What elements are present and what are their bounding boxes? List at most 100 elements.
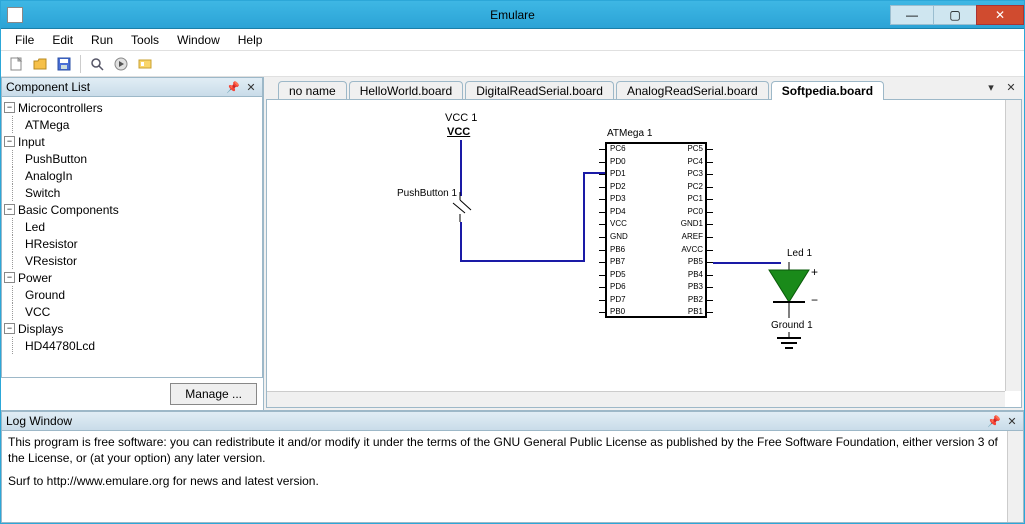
horizontal-scrollbar[interactable] xyxy=(267,391,1005,407)
chip-pin-label: PB6 xyxy=(610,245,625,254)
chip-pin-label: PD4 xyxy=(610,207,626,216)
open-file-icon[interactable] xyxy=(29,53,51,75)
panel-close-icon[interactable]: ✕ xyxy=(244,80,258,94)
network-icon[interactable] xyxy=(134,53,156,75)
chip-pin-label: PB0 xyxy=(610,307,625,316)
tree-item-label: Ground xyxy=(21,288,65,302)
tree-item[interactable]: Led xyxy=(12,218,260,235)
maximize-button[interactable]: ▢ xyxy=(933,5,977,25)
tree-item-label: HD44780Lcd xyxy=(21,339,95,353)
search-icon[interactable] xyxy=(86,53,108,75)
new-file-icon[interactable] xyxy=(5,53,27,75)
component-tree[interactable]: −MicrocontrollersATMega−InputPushButtonA… xyxy=(1,97,263,378)
wire[interactable] xyxy=(460,260,585,262)
chip-pin-label: AREF xyxy=(677,232,703,241)
workspace: no nameHelloWorld.boardDigitalReadSerial… xyxy=(264,77,1024,410)
chip-pin-label: PB3 xyxy=(677,282,703,291)
tree-item[interactable]: HResistor xyxy=(12,235,260,252)
tab-strip: no nameHelloWorld.boardDigitalReadSerial… xyxy=(264,77,1024,99)
menu-run[interactable]: Run xyxy=(83,31,121,49)
log-text[interactable]: This program is free software: you can r… xyxy=(1,431,1024,523)
tab[interactable]: AnalogReadSerial.board xyxy=(616,81,769,100)
wire[interactable] xyxy=(583,172,585,262)
ground-label: Ground 1 xyxy=(771,320,813,331)
atmega-label: ATMega 1 xyxy=(607,128,652,139)
tree-group[interactable]: −Basic Components xyxy=(4,201,260,218)
collapse-icon[interactable]: − xyxy=(4,204,15,215)
pin-tick xyxy=(707,300,713,301)
log-header: Log Window 📌 ✕ xyxy=(1,411,1024,431)
pin-tick xyxy=(599,275,605,276)
tree-group-label: Displays xyxy=(18,322,63,336)
pin-tick xyxy=(599,174,605,175)
chip-pin-label: PB4 xyxy=(677,270,703,279)
tree-item[interactable]: ATMega xyxy=(12,116,260,133)
chip-pin-label: PC6 xyxy=(610,144,626,153)
tree-item[interactable]: AnalogIn xyxy=(12,167,260,184)
chip-pin-label: PC5 xyxy=(677,144,703,153)
tree-item-label: ATMega xyxy=(21,118,69,132)
vcc-symbol[interactable]: VCC xyxy=(447,126,470,138)
menu-edit[interactable]: Edit xyxy=(44,31,81,49)
tree-item[interactable]: Switch xyxy=(12,184,260,201)
menu-window[interactable]: Window xyxy=(169,31,228,49)
log-pin-icon[interactable]: 📌 xyxy=(987,414,1001,428)
tree-item[interactable]: Ground xyxy=(12,286,260,303)
menu-bar: File Edit Run Tools Window Help xyxy=(1,29,1024,51)
chip-pin-label: PB5 xyxy=(677,257,703,266)
log-title: Log Window xyxy=(6,414,72,428)
toolbar-separator xyxy=(80,55,81,73)
close-button[interactable]: ✕ xyxy=(976,5,1024,25)
tab-dropdown-icon[interactable]: ▾ xyxy=(984,80,998,94)
vcc-instance-label: VCC 1 xyxy=(445,112,477,124)
tab[interactable]: DigitalReadSerial.board xyxy=(465,81,614,100)
tab[interactable]: HelloWorld.board xyxy=(349,81,464,100)
collapse-icon[interactable]: − xyxy=(4,323,15,334)
log-line: Surf to http://www.emulare.org for news … xyxy=(8,474,1017,490)
collapse-icon[interactable]: − xyxy=(4,102,15,113)
log-scrollbar[interactable] xyxy=(1007,431,1023,522)
tree-item[interactable]: HD44780Lcd xyxy=(12,337,260,354)
pin-tick xyxy=(599,199,605,200)
chip-pin-label: PB7 xyxy=(610,257,625,266)
run-icon[interactable] xyxy=(110,53,132,75)
tab[interactable]: Softpedia.board xyxy=(771,81,884,100)
tab[interactable]: no name xyxy=(278,81,347,100)
chip-pin-label: VCC xyxy=(610,219,627,228)
menu-tools[interactable]: Tools xyxy=(123,31,167,49)
tree-item-label: VResistor xyxy=(21,254,77,268)
chip-pin-label: PD2 xyxy=(610,182,626,191)
pushbutton-symbol[interactable] xyxy=(447,192,477,222)
app-icon xyxy=(7,7,23,23)
menu-file[interactable]: File xyxy=(7,31,42,49)
pin-tick xyxy=(599,149,605,150)
tree-item[interactable]: VResistor xyxy=(12,252,260,269)
ground-symbol[interactable] xyxy=(773,332,805,352)
log-line: This program is free software: you can r… xyxy=(8,435,1017,466)
collapse-icon[interactable]: − xyxy=(4,272,15,283)
chip-pin-label: PB2 xyxy=(677,295,703,304)
tree-group-label: Microcontrollers xyxy=(18,101,103,115)
pin-tick xyxy=(599,250,605,251)
log-close-icon[interactable]: ✕ xyxy=(1005,414,1019,428)
tree-group[interactable]: −Input xyxy=(4,133,260,150)
vertical-scrollbar[interactable] xyxy=(1005,100,1021,391)
wire[interactable] xyxy=(460,222,462,262)
board-canvas[interactable]: VCC 1VCCPushButton 1ATMega 1PC6PC5PD0PC4… xyxy=(266,99,1022,408)
manage-button[interactable]: Manage ... xyxy=(170,383,257,405)
menu-help[interactable]: Help xyxy=(230,31,271,49)
minimize-button[interactable]: — xyxy=(890,5,934,25)
tree-item[interactable]: PushButton xyxy=(12,150,260,167)
pin-icon[interactable]: 📌 xyxy=(226,80,240,94)
led-symbol[interactable]: +− xyxy=(759,262,819,318)
tree-group[interactable]: −Displays xyxy=(4,320,260,337)
chip-pin-label: PC3 xyxy=(677,169,703,178)
chip-pin-label: AVCC xyxy=(677,245,703,254)
tree-item[interactable]: VCC xyxy=(12,303,260,320)
tab-close-icon[interactable]: ✕ xyxy=(1004,80,1018,94)
tree-group[interactable]: −Power xyxy=(4,269,260,286)
tree-group[interactable]: −Microcontrollers xyxy=(4,99,260,116)
collapse-icon[interactable]: − xyxy=(4,136,15,147)
save-file-icon[interactable] xyxy=(53,53,75,75)
wire[interactable] xyxy=(460,140,462,196)
